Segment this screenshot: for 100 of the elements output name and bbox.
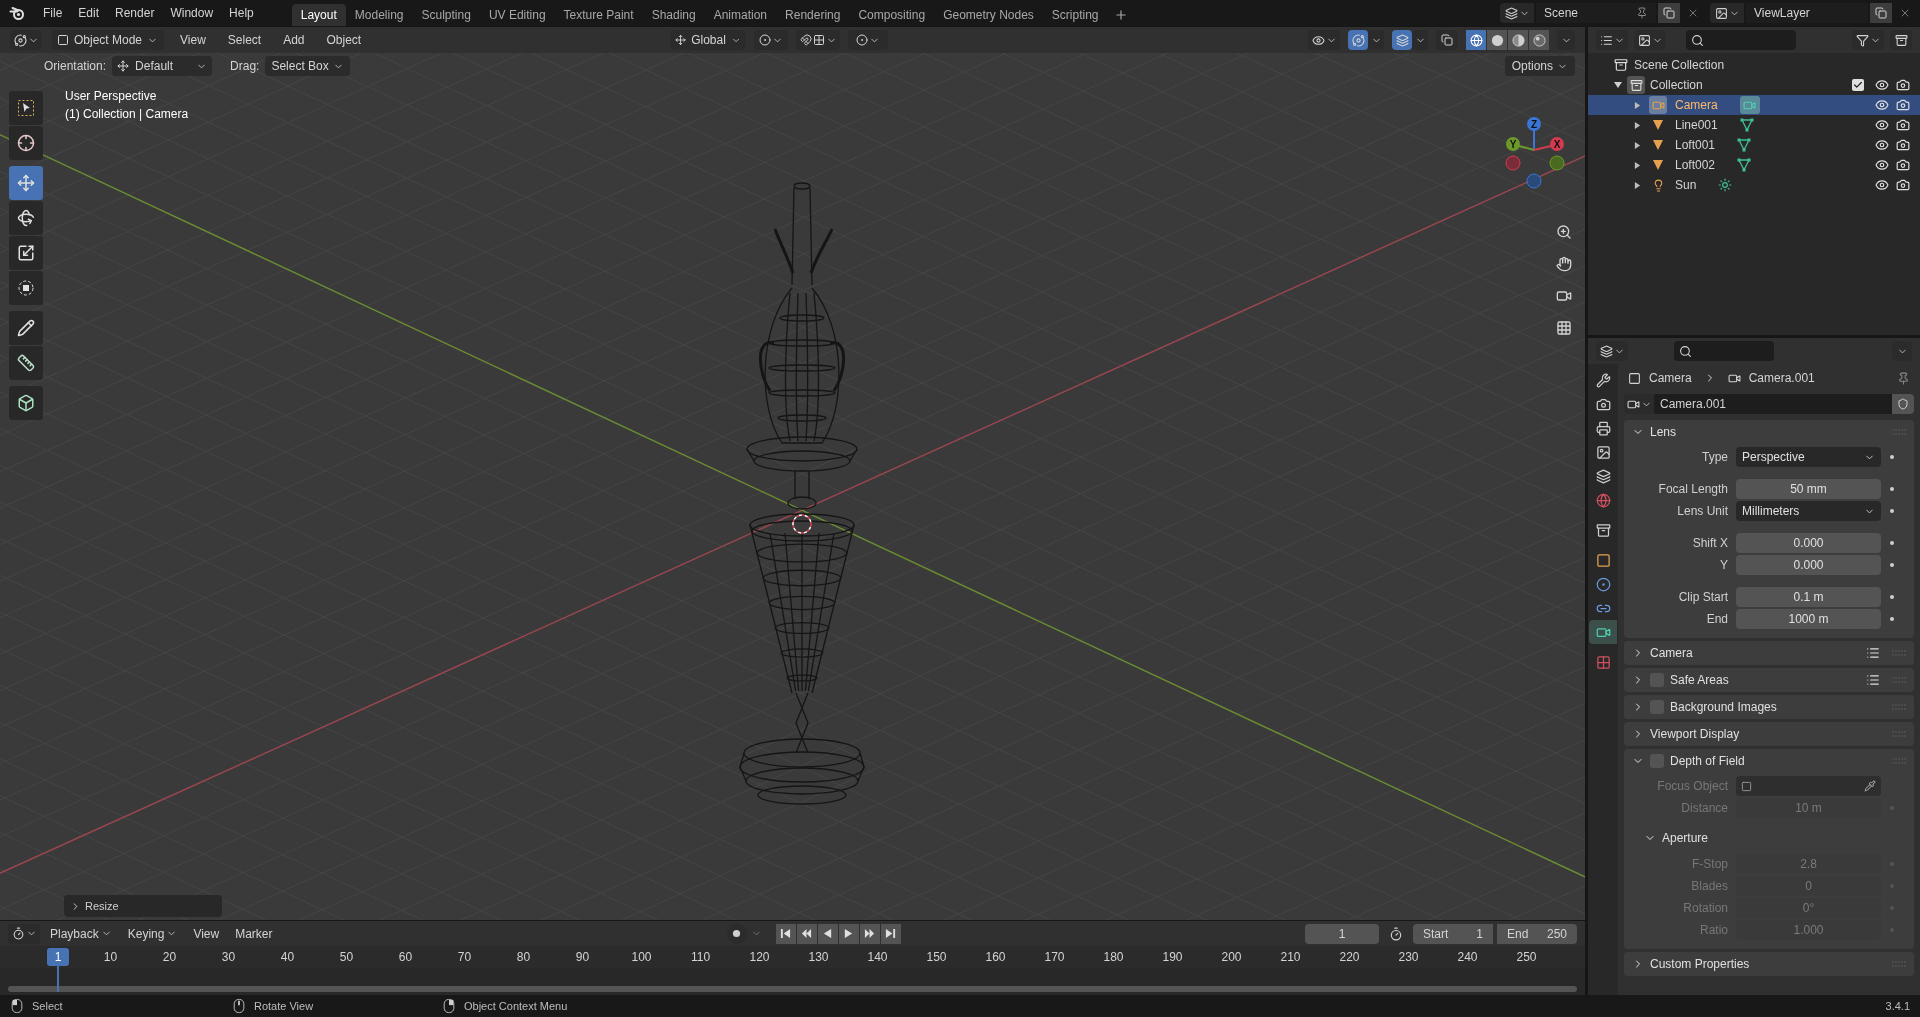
status-hint: Rotate View xyxy=(254,998,314,1014)
field-label: End xyxy=(1705,611,1728,628)
panel-header[interactable]: Custom Properties xyxy=(1624,952,1914,976)
number-field[interactable]: 0.000 xyxy=(1736,533,1881,553)
frame-number: 110 xyxy=(689,949,712,966)
frame-number: 50 xyxy=(338,949,355,966)
subpanel-header[interactable]: Aperture xyxy=(1624,827,1914,849)
workspace-tab[interactable]: Layout xyxy=(291,4,346,26)
field-label: Lens Unit xyxy=(1676,503,1728,520)
outliner-item: Collection xyxy=(1650,77,1703,94)
number-field[interactable]: 0.000 xyxy=(1736,555,1881,575)
scene-field[interactable]: Scene xyxy=(1536,3,1656,23)
status-hint: Select xyxy=(32,998,63,1014)
workspace-tab[interactable]: UV Editing xyxy=(479,4,555,26)
frame-number: 80 xyxy=(515,949,532,966)
frame-number: 170 xyxy=(1043,949,1066,966)
workspace-tab[interactable]: Rendering xyxy=(776,4,850,26)
start-frame-field[interactable]: Start 1 xyxy=(1413,923,1493,944)
end-frame-field[interactable]: End 250 xyxy=(1497,923,1577,944)
workspace-tab[interactable]: Compositing xyxy=(849,4,935,26)
breadcrumb-item[interactable]: Camera.001 xyxy=(1748,369,1815,387)
frame-number: 70 xyxy=(456,949,473,966)
frame-number: 20 xyxy=(161,949,178,966)
panel-title: Depth of Field xyxy=(1670,753,1745,770)
outliner-row[interactable]: Camera xyxy=(1588,95,1920,115)
panel-title: Viewport Display xyxy=(1650,726,1740,743)
workspace-tab[interactable]: Texture Paint xyxy=(554,4,643,26)
outliner-row[interactable]: Loft001 xyxy=(1588,135,1920,155)
orientation-dropdown[interactable]: Global xyxy=(670,30,746,50)
outliner-item: Line001 xyxy=(1675,117,1718,134)
frame-number: 200 xyxy=(1220,949,1243,966)
panel-title: Aperture xyxy=(1662,830,1709,847)
navigation-gizmo[interactable]: Z Y X xyxy=(1494,110,1574,190)
mode-dropdown[interactable]: Object Mode xyxy=(52,30,164,50)
number-field[interactable]: 1000 m xyxy=(1736,609,1881,629)
frame-number: 30 xyxy=(220,949,237,966)
axis-label: X xyxy=(1553,139,1561,150)
menu-item[interactable]: Help xyxy=(221,3,262,23)
last-operator-panel[interactable]: Resize xyxy=(64,895,222,917)
number-field[interactable]: 0.1 m xyxy=(1736,587,1881,607)
frame-number: 10 xyxy=(102,949,119,966)
frame-number: 140 xyxy=(866,949,889,966)
panel-title: Lens xyxy=(1650,424,1677,441)
field-label: Start xyxy=(1423,925,1449,943)
breadcrumb-item[interactable]: Camera xyxy=(1649,369,1692,387)
workspace-tab[interactable]: Geometry Nodes xyxy=(934,4,1043,26)
menu-item[interactable]: Render xyxy=(107,3,163,23)
workspace-tab[interactable]: Modeling xyxy=(345,4,413,26)
panel-header[interactable]: Viewport Display xyxy=(1624,722,1914,746)
orientation-dropdown[interactable]: Default xyxy=(112,56,213,76)
menu-item[interactable]: Keying xyxy=(121,923,184,944)
outliner-row[interactable]: Sun xyxy=(1588,175,1920,195)
frame-number: 240 xyxy=(1456,949,1479,966)
active-object-context: (1) Collection | Camera xyxy=(65,106,189,123)
dropdown-field[interactable]: Perspective xyxy=(1736,447,1881,467)
menu-item[interactable]: Window xyxy=(162,3,222,23)
menu-item[interactable]: File xyxy=(35,3,71,23)
field-label: Rotation xyxy=(1682,900,1728,917)
workspace-tab[interactable]: Scripting xyxy=(1042,4,1108,26)
workspace-tab[interactable]: Animation xyxy=(704,4,777,26)
dropdown-field[interactable]: Millimeters xyxy=(1736,501,1881,521)
field-label: Y xyxy=(1719,557,1728,574)
outliner-row[interactable]: Loft002 xyxy=(1588,155,1920,175)
panel-title: Safe Areas xyxy=(1670,672,1729,689)
panel-header[interactable]: Lens xyxy=(1624,420,1914,444)
current-frame-field[interactable]: 1 xyxy=(1305,923,1379,944)
axis-label: Z xyxy=(1530,119,1538,130)
field-label: End xyxy=(1507,925,1529,943)
view-layer-field[interactable]: ViewLayer xyxy=(1746,3,1868,23)
outliner-row[interactable]: Collection xyxy=(1588,75,1920,95)
field-label: Blades xyxy=(1690,878,1728,895)
menu-item[interactable]: Select xyxy=(221,30,268,50)
menu-item[interactable]: Object xyxy=(320,30,368,50)
panel-header[interactable]: Safe Areas xyxy=(1624,668,1914,692)
frame-number: 250 xyxy=(1515,949,1538,966)
options-button[interactable]: Options xyxy=(1504,56,1575,76)
workspace-tab[interactable]: Shading xyxy=(642,4,705,26)
panel-header[interactable]: Depth of Field xyxy=(1624,749,1914,773)
menu-item[interactable]: View xyxy=(187,923,226,944)
menu-item[interactable]: View xyxy=(174,30,212,50)
frame-number: 210 xyxy=(1279,949,1302,966)
outliner-row[interactable]: Line001 xyxy=(1588,115,1920,135)
view-layer-name: ViewLayer xyxy=(1754,5,1810,22)
panel-header[interactable]: Camera xyxy=(1624,641,1914,665)
frame-number: 60 xyxy=(397,949,414,966)
field-label: Ratio xyxy=(1699,922,1728,939)
menu-item[interactable]: Marker xyxy=(229,923,279,944)
drag-dropdown[interactable]: Select Box xyxy=(265,56,350,76)
number-field[interactable]: 50 mm xyxy=(1736,479,1881,499)
datablock-name-field[interactable]: Camera.001 xyxy=(1654,394,1892,414)
panel-header[interactable]: Background Images xyxy=(1624,695,1914,719)
frame-number: 220 xyxy=(1338,949,1361,966)
frame-number: 130 xyxy=(807,949,830,966)
scene-name: Scene xyxy=(1544,5,1579,22)
frame-number: 190 xyxy=(1161,949,1184,966)
menu-item[interactable]: Playback xyxy=(44,923,118,944)
axis-label: Y xyxy=(1509,139,1517,150)
menu-item[interactable]: Edit xyxy=(70,3,108,23)
menu-item[interactable]: Add xyxy=(277,30,311,50)
workspace-tab[interactable]: Sculpting xyxy=(412,4,480,26)
